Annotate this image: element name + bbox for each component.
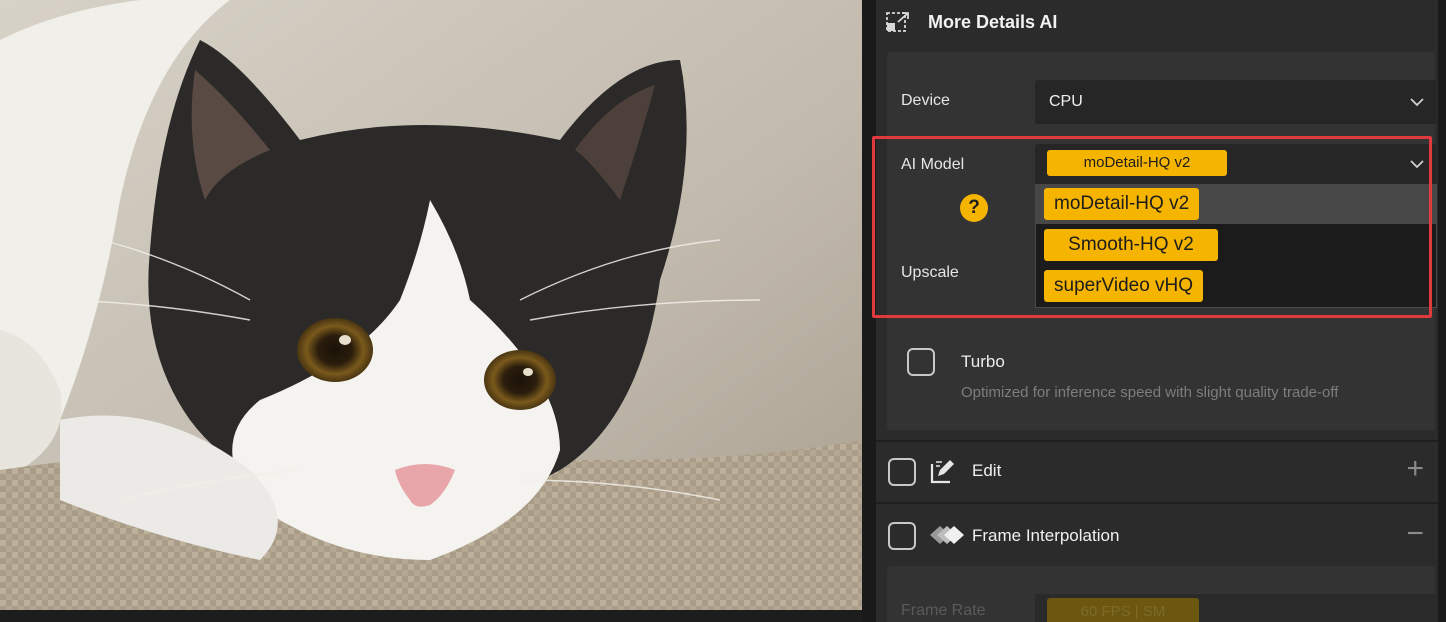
turbo-description: Optimized for inference speed with sligh… bbox=[961, 384, 1339, 401]
upscale-frame-icon bbox=[886, 12, 909, 32]
expand-plus-icon[interactable]: + bbox=[1406, 454, 1424, 484]
cat-photo bbox=[0, 0, 862, 610]
frame-interpolation-icon bbox=[930, 526, 964, 544]
device-label: Device bbox=[901, 92, 950, 109]
frame-interpolation-label: Frame Interpolation bbox=[972, 526, 1120, 545]
section-title: More Details AI bbox=[928, 11, 1058, 32]
preview-image bbox=[0, 0, 862, 610]
frame-rate-chip: 60 FPS | SM bbox=[1047, 598, 1199, 622]
chevron-down-icon bbox=[1410, 98, 1424, 107]
edit-label: Edit bbox=[972, 461, 1002, 480]
section-header-more-details: More Details AI bbox=[886, 8, 1057, 36]
section-edit[interactable]: Edit + bbox=[876, 440, 1438, 500]
frame-interpolation-card: Frame Rate 60 FPS | SM bbox=[887, 566, 1437, 622]
turbo-checkbox[interactable] bbox=[907, 348, 935, 376]
preview-bottom-bar bbox=[0, 610, 862, 622]
frame-rate-label: Frame Rate bbox=[901, 602, 986, 619]
highlight-box bbox=[872, 136, 1432, 318]
device-select[interactable]: CPU bbox=[1035, 80, 1437, 124]
frame-interpolation-checkbox[interactable] bbox=[888, 522, 916, 550]
collapse-minus-icon[interactable]: − bbox=[1406, 519, 1424, 549]
frame-rate-select[interactable]: 60 FPS | SM bbox=[1035, 594, 1437, 622]
edit-checkbox[interactable] bbox=[888, 458, 916, 486]
edit-icon bbox=[930, 460, 954, 484]
section-frame-interpolation[interactable]: Frame Interpolation − bbox=[876, 502, 1438, 562]
device-value: CPU bbox=[1049, 93, 1083, 110]
turbo-label: Turbo bbox=[961, 352, 1005, 371]
